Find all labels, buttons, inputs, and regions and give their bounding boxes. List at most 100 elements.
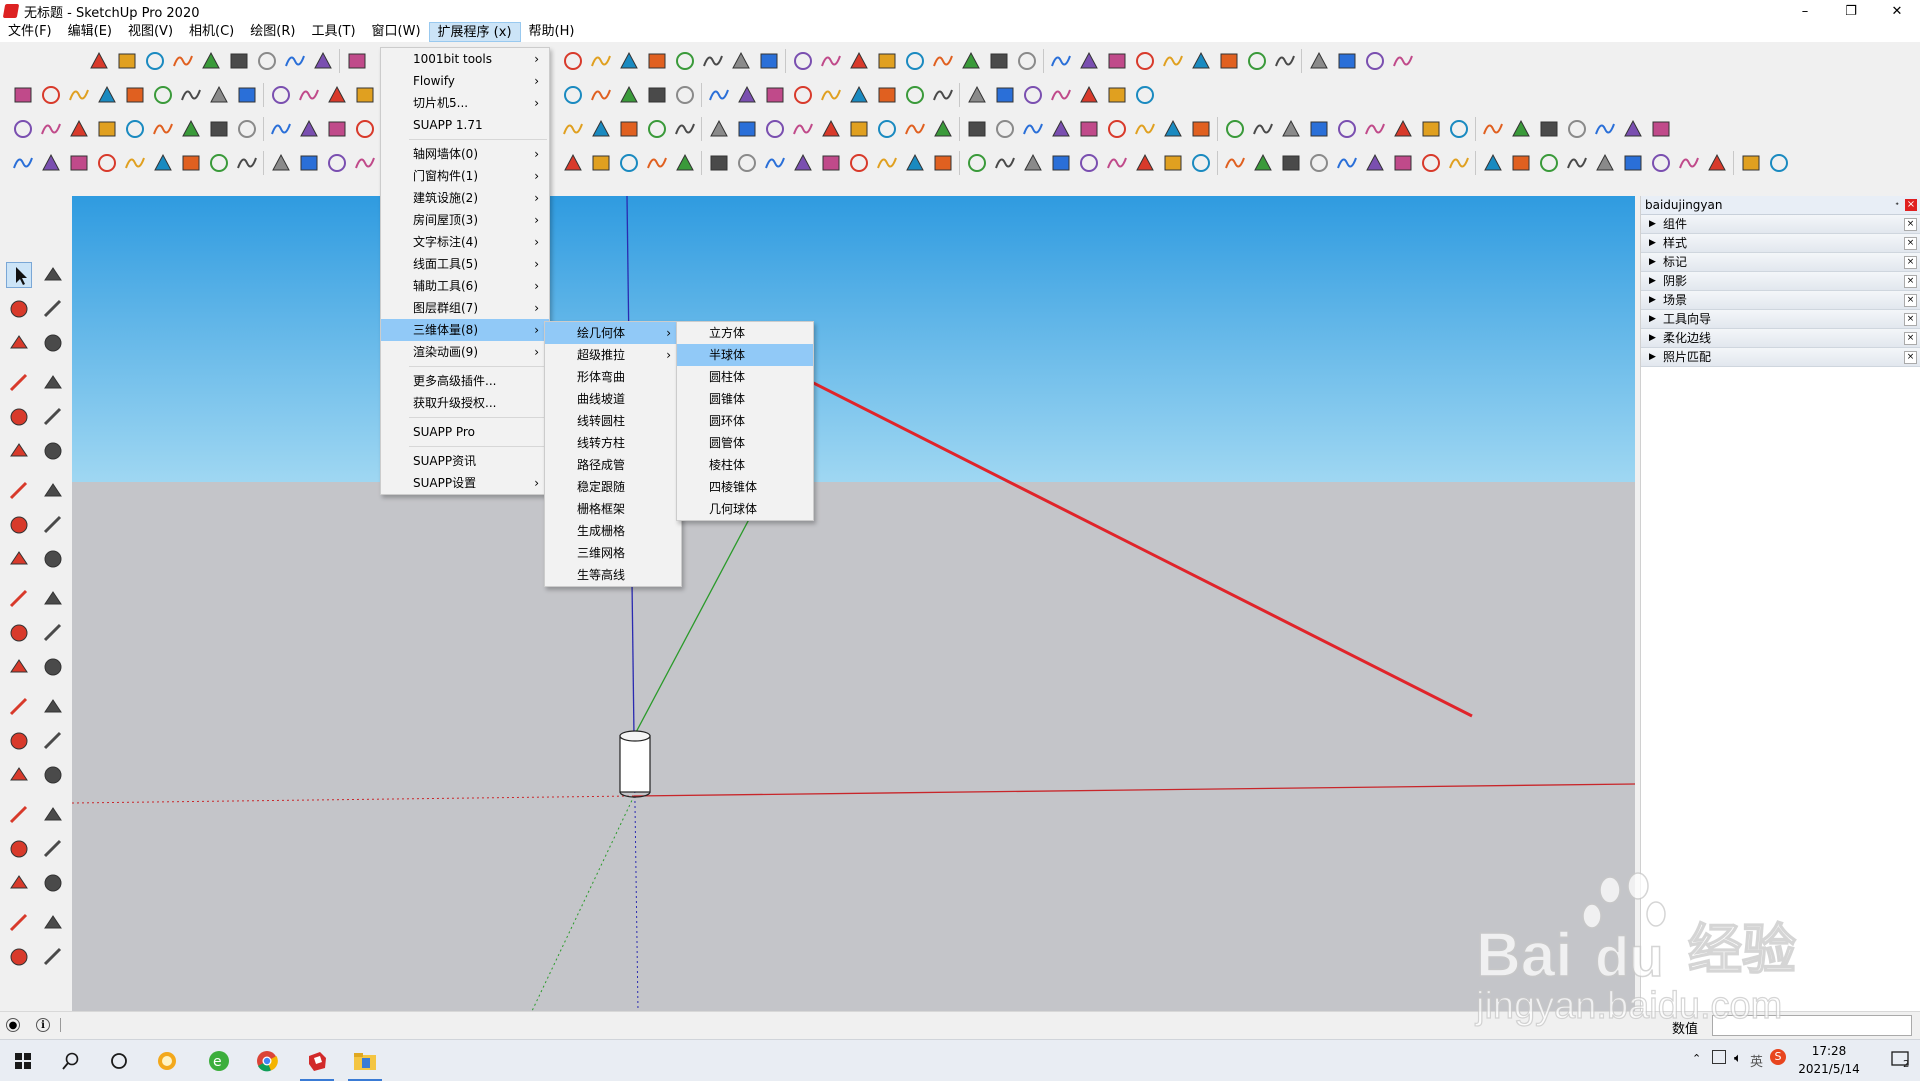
- toolbar-tool-icon[interactable]: [790, 116, 816, 142]
- toolbar-tool-icon[interactable]: [1076, 116, 1102, 142]
- palette-tool-icon[interactable]: [6, 728, 32, 754]
- dropdown-menu-item[interactable]: 获取升级授权...: [381, 392, 549, 414]
- toolbar-tool-icon[interactable]: [1446, 116, 1472, 142]
- toolbar-tool-icon[interactable]: [902, 48, 928, 74]
- toolbar-tool-icon[interactable]: [1048, 82, 1074, 108]
- toolbar-tool-icon[interactable]: [1188, 48, 1214, 74]
- toolbar-tool-icon[interactable]: [324, 150, 350, 176]
- taskbar-app-sketchup[interactable]: [294, 1040, 340, 1081]
- toolbar-tool-icon[interactable]: [706, 82, 732, 108]
- dropdown-menu-item[interactable]: 轴网墙体(0) ›: [381, 143, 549, 165]
- toolbar-tool-icon[interactable]: [1076, 82, 1102, 108]
- toolbar-tool-icon[interactable]: [1132, 82, 1158, 108]
- tray-close-button[interactable]: ×: [1905, 199, 1917, 211]
- menu-item[interactable]: 窗口(W): [364, 22, 429, 42]
- toolbar-tool-icon[interactable]: [344, 48, 370, 74]
- panel-close-button[interactable]: ×: [1904, 237, 1917, 250]
- toolbar-tool-icon[interactable]: [756, 48, 782, 74]
- toolbar-tool-icon[interactable]: [268, 82, 294, 108]
- toolbar-tool-icon[interactable]: [930, 48, 956, 74]
- toolbar-tool-icon[interactable]: [310, 48, 336, 74]
- palette-tool-icon[interactable]: [6, 296, 32, 322]
- dropdown-menu-item[interactable]: 半球体: [677, 344, 813, 366]
- toolbar-tool-icon[interactable]: [38, 116, 64, 142]
- palette-tool-icon[interactable]: [6, 546, 32, 572]
- tray-panel[interactable]: ▶ 照片匹配 ×: [1641, 348, 1920, 367]
- dropdown-menu-item[interactable]: 几何球体: [677, 498, 813, 520]
- dropdown-menu-item[interactable]: 渲染动画(9) ›: [381, 341, 549, 363]
- toolbar-tool-icon[interactable]: [1132, 150, 1158, 176]
- toolbar-tool-icon[interactable]: [734, 82, 760, 108]
- toolbar-tool-icon[interactable]: [1446, 150, 1472, 176]
- toolbar-tool-icon[interactable]: [1536, 150, 1562, 176]
- dropdown-menu-item[interactable]: 曲线坡道: [545, 388, 681, 410]
- toolbar-tool-icon[interactable]: [1334, 116, 1360, 142]
- dropdown-menu-item[interactable]: 棱柱体: [677, 454, 813, 476]
- toolbar-tool-icon[interactable]: [1508, 150, 1534, 176]
- toolbar-tool-icon[interactable]: [930, 116, 956, 142]
- dropdown-menu-item[interactable]: 建筑设施(2) ›: [381, 187, 549, 209]
- toolbar-tool-icon[interactable]: [324, 82, 350, 108]
- toolbar-tool-icon[interactable]: [1390, 150, 1416, 176]
- taskbar-app-chrome[interactable]: [244, 1040, 290, 1081]
- toolbar-tool-icon[interactable]: [268, 116, 294, 142]
- info-icon[interactable]: i: [36, 1018, 50, 1032]
- toolbar-tool-icon[interactable]: [1216, 48, 1242, 74]
- toolbar-tool-icon[interactable]: [296, 116, 322, 142]
- palette-tool-icon[interactable]: [40, 654, 66, 680]
- menu-item[interactable]: 文件(F): [0, 22, 60, 42]
- toolbar-tool-icon[interactable]: [1132, 116, 1158, 142]
- toolbar-tool-icon[interactable]: [1272, 48, 1298, 74]
- toolbar-tool-icon[interactable]: [38, 150, 64, 176]
- toolbar-tool-icon[interactable]: [94, 150, 120, 176]
- toolbar-tool-icon[interactable]: [644, 48, 670, 74]
- tray-panel[interactable]: ▶ 样式 ×: [1641, 234, 1920, 253]
- sogou-ime-icon[interactable]: S: [1770, 1049, 1786, 1065]
- toolbar-tool-icon[interactable]: [1104, 150, 1130, 176]
- dropdown-menu-item[interactable]: 圆管体: [677, 432, 813, 454]
- toolbar-tool-icon[interactable]: [1160, 48, 1186, 74]
- dropdown-menu-item[interactable]: SUAPP设置 ›: [381, 472, 549, 494]
- toolbar-tool-icon[interactable]: [874, 82, 900, 108]
- toolbar-tool-icon[interactable]: [282, 48, 308, 74]
- toolbar-tool-icon[interactable]: [672, 116, 698, 142]
- dropdown-menu-item[interactable]: Flowify ›: [381, 70, 549, 92]
- toolbar-tool-icon[interactable]: [992, 82, 1018, 108]
- toolbar-tool-icon[interactable]: [150, 116, 176, 142]
- panel-close-button[interactable]: ×: [1904, 294, 1917, 307]
- toolbar-tool-icon[interactable]: [790, 48, 816, 74]
- toolbar-tool-icon[interactable]: [1508, 116, 1534, 142]
- toolbar-tool-icon[interactable]: [958, 48, 984, 74]
- panel-close-button[interactable]: ×: [1904, 332, 1917, 345]
- taskbar-app-files[interactable]: [342, 1040, 388, 1081]
- search-button[interactable]: [48, 1040, 94, 1081]
- task-view-button[interactable]: [96, 1040, 142, 1081]
- restore-button[interactable]: ❐: [1828, 0, 1874, 22]
- toolbar-tool-icon[interactable]: [1592, 150, 1618, 176]
- toolbar-tool-icon[interactable]: [644, 150, 670, 176]
- toolbar-tool-icon[interactable]: [352, 116, 378, 142]
- toolbar-tool-icon[interactable]: [1536, 116, 1562, 142]
- palette-tool-icon[interactable]: [6, 512, 32, 538]
- palette-tool-icon[interactable]: [40, 762, 66, 788]
- dropdown-menu-item[interactable]: 图层群组(7) ›: [381, 297, 549, 319]
- toolbar-tool-icon[interactable]: [178, 150, 204, 176]
- dropdown-menu-item[interactable]: 更多高级插件...: [381, 370, 549, 392]
- close-button[interactable]: ✕: [1874, 0, 1920, 22]
- toolbar-tool-icon[interactable]: [992, 116, 1018, 142]
- dropdown-menu-item[interactable]: 形体弯曲: [545, 366, 681, 388]
- toolbar-tool-icon[interactable]: [150, 150, 176, 176]
- select-tool-icon[interactable]: [6, 262, 32, 288]
- dropdown-menu-item[interactable]: 稳定跟随: [545, 476, 681, 498]
- toolbar-tool-icon[interactable]: [1738, 150, 1764, 176]
- palette-tool-icon[interactable]: [6, 654, 32, 680]
- toolbar-tool-icon[interactable]: [902, 116, 928, 142]
- toolbar-tool-icon[interactable]: [818, 116, 844, 142]
- toolbar-tool-icon[interactable]: [1480, 150, 1506, 176]
- toolbar-tool-icon[interactable]: [1160, 150, 1186, 176]
- dropdown-menu-item[interactable]: 立方体: [677, 322, 813, 344]
- toolbar-tool-icon[interactable]: [902, 82, 928, 108]
- palette-tool-icon[interactable]: [40, 296, 66, 322]
- palette-tool-icon[interactable]: [40, 404, 66, 430]
- toolbar-tool-icon[interactable]: [992, 150, 1018, 176]
